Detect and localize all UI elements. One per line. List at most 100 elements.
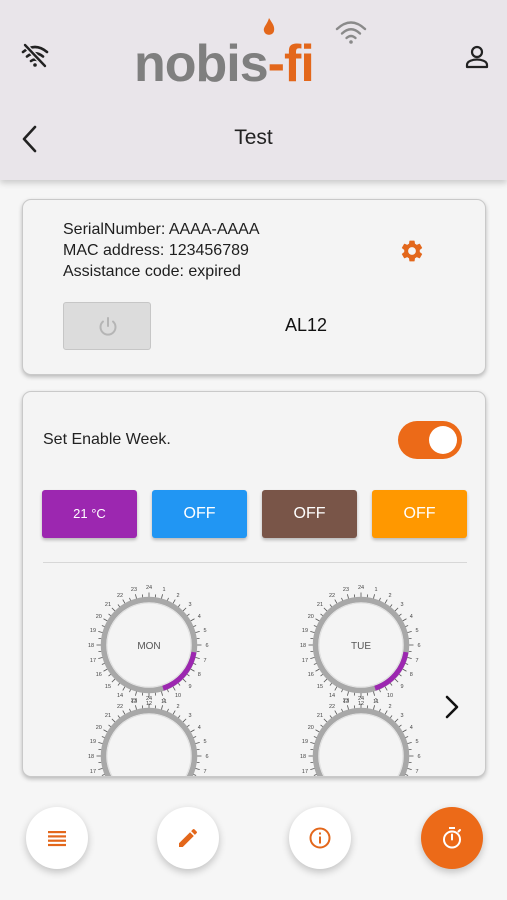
pencil-icon <box>179 828 198 847</box>
nobis-fi-logo: nobis-fi <box>134 18 374 94</box>
wifi-off-icon[interactable] <box>20 40 50 70</box>
dial-hour-label: 18 <box>88 754 94 760</box>
dial-tick <box>315 618 320 622</box>
dial-hour-label: 21 <box>105 713 111 719</box>
enable-week-toggle[interactable] <box>398 421 462 459</box>
dial-tick <box>398 613 402 617</box>
dial-tick <box>166 708 169 712</box>
dial-hour-label: 23 <box>131 587 137 593</box>
dial-hour-label: 2 <box>388 593 391 599</box>
dial-hour-label: 21 <box>105 602 111 608</box>
dial-hour-label: 19 <box>302 628 308 634</box>
logo-separator: - <box>267 35 285 93</box>
wifi-signal-icon <box>335 21 367 44</box>
dial-hour-label: 7 <box>203 769 206 775</box>
dial-tick <box>161 691 163 696</box>
dial-tick <box>186 613 190 617</box>
dial-tick <box>313 625 317 628</box>
dial-tick <box>313 736 317 739</box>
dial-tick <box>313 662 317 665</box>
dial-tick <box>334 710 338 715</box>
dial-tick <box>166 689 169 693</box>
dial-tick <box>177 715 181 719</box>
edit-button[interactable] <box>157 807 219 869</box>
dial-tick <box>407 742 412 744</box>
dial-hour-label: 8 <box>198 672 201 678</box>
dial-tick <box>98 768 103 770</box>
dial-tick <box>320 613 324 617</box>
temp-level-2-button[interactable]: OFF <box>152 490 247 538</box>
timer-button[interactable] <box>421 807 483 869</box>
dial-hour-label: 4 <box>198 725 201 731</box>
dial-tick <box>135 594 137 599</box>
dial-tick <box>341 689 344 693</box>
dial-hour-label: 6 <box>205 643 208 649</box>
dial-tick <box>177 604 181 608</box>
dial-tick <box>101 773 105 776</box>
dial-hour-label: 1 <box>374 587 377 593</box>
dial-tick <box>101 736 105 739</box>
dial-tick <box>193 773 197 776</box>
dial-hour-label: 23 <box>131 698 137 704</box>
dial-tick <box>190 729 195 733</box>
gear-icon[interactable] <box>399 238 425 264</box>
dial-tick <box>341 708 344 712</box>
dial-tick <box>161 705 163 710</box>
dial-tick <box>101 625 105 628</box>
person-outline-icon[interactable] <box>464 44 490 70</box>
dial-tick <box>323 607 328 612</box>
dial-tick <box>407 768 412 770</box>
dial-hour-label: 5 <box>203 628 206 634</box>
dial-hour-label: 4 <box>410 725 413 731</box>
dial-tick <box>398 673 402 677</box>
dial-tick <box>195 657 200 659</box>
dial-hour-label: 7 <box>415 658 418 664</box>
dial-hour-label: 20 <box>96 614 102 620</box>
temp-level-1-button[interactable]: 21 °C <box>42 490 137 538</box>
dial-tick <box>98 631 103 633</box>
dial-tick <box>394 718 399 723</box>
day-dial: 123456789101112131415161718192021222324 <box>300 696 421 776</box>
dial-day-label: MON <box>137 641 160 652</box>
dial-tick <box>98 657 103 659</box>
dial-hour-label: 22 <box>329 593 335 599</box>
chevron-right-icon[interactable] <box>441 694 463 720</box>
dial-hour-label: 17 <box>90 658 96 664</box>
mac-address: MAC address: 123456789 <box>63 242 249 259</box>
dial-hour-label: 6 <box>417 643 420 649</box>
dial-hour-label: 6 <box>205 754 208 760</box>
dial-hour-label: 23 <box>343 587 349 593</box>
dial-hour-label: 3 <box>188 713 191 719</box>
dial-hour-label: 5 <box>415 739 418 745</box>
dial-hour-label: 17 <box>302 769 308 775</box>
dial-tick <box>117 715 121 719</box>
dial-tick <box>378 689 381 693</box>
dial-tick <box>402 618 407 622</box>
power-button[interactable] <box>63 302 151 350</box>
dial-hour-label: 14 <box>117 693 123 699</box>
app-header: nobis-fi Test <box>0 0 507 180</box>
dial-tick <box>341 597 344 601</box>
dial-tick <box>398 724 402 728</box>
toggle-knob <box>429 426 457 454</box>
dial-hour-label: 14 <box>329 693 335 699</box>
dial-hour-label: 10 <box>175 693 181 699</box>
divider <box>43 562 467 563</box>
day-dials: 123456789101112131415161718192021222324M… <box>88 585 421 776</box>
dial-tick <box>129 689 132 693</box>
dial-hour-label: 4 <box>198 614 201 620</box>
dial-hour-label: 1 <box>162 698 165 704</box>
dial-hour-label: 19 <box>302 739 308 745</box>
list-button[interactable] <box>26 807 88 869</box>
dial-tick <box>108 613 112 617</box>
dial-tick <box>323 718 328 723</box>
dial-hour-label: 24 <box>146 696 152 702</box>
dial-tick <box>373 705 375 710</box>
dial-tick <box>347 691 349 696</box>
info-button[interactable] <box>289 807 351 869</box>
dial-hour-label: 5 <box>203 739 206 745</box>
dial-tick <box>122 686 126 691</box>
dial-hour-label: 18 <box>300 754 306 760</box>
temp-level-3-button[interactable]: OFF <box>262 490 357 538</box>
temp-level-4-button[interactable]: OFF <box>372 490 467 538</box>
